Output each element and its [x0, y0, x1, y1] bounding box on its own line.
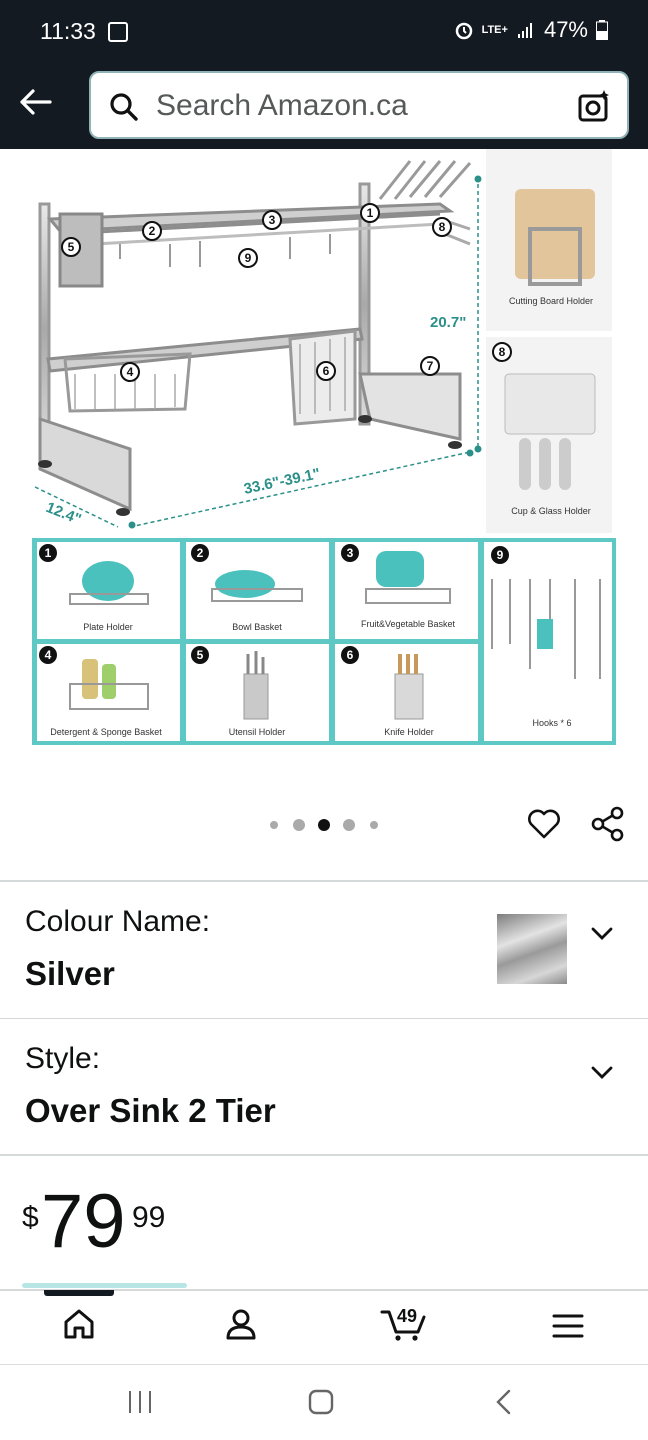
- product-image-graphic: 20.7" 33.6"-39.1" 12.4" 1 2 3 4 5 6 7 8 …: [32, 149, 616, 745]
- svg-text:8: 8: [439, 220, 446, 234]
- dim-depth: 12.4": [44, 499, 84, 528]
- part-4: 4 Detergent & Sponge Basket: [37, 644, 180, 741]
- svg-text:4: 4: [127, 365, 134, 379]
- svg-text:Detergent & Sponge Basket: Detergent & Sponge Basket: [50, 727, 162, 737]
- colour-swatch[interactable]: [497, 914, 567, 984]
- svg-text:Cup & Glass Holder: Cup & Glass Holder: [511, 506, 591, 516]
- bottom-nav: [0, 1289, 648, 1365]
- svg-text:3: 3: [269, 213, 276, 227]
- search-icon: [110, 93, 138, 121]
- dim-height: 20.7": [430, 314, 466, 331]
- carousel-dot[interactable]: [293, 819, 305, 831]
- search-bar[interactable]: Search Amazon.ca: [89, 71, 629, 139]
- part-9: 9 Hooks * 6: [484, 542, 612, 741]
- price-symbol: $: [22, 1201, 39, 1234]
- divider: [0, 1018, 648, 1019]
- divider: [0, 1154, 648, 1156]
- home-button-icon[interactable]: [307, 1388, 335, 1416]
- marker-8: 8: [432, 217, 452, 237]
- deal-badge-peek: [22, 1283, 187, 1288]
- svg-text:6: 6: [347, 648, 354, 662]
- status-icons: LTE+ 47%: [454, 17, 608, 43]
- share-icon[interactable]: [590, 806, 626, 842]
- back-arrow-icon[interactable]: [18, 88, 52, 116]
- part-1: 1 Plate Holder: [37, 542, 180, 639]
- marker-9: 9: [238, 248, 258, 268]
- svg-text:5: 5: [197, 648, 204, 662]
- marker-4: 4: [120, 362, 140, 382]
- price-fraction: 99: [132, 1201, 166, 1234]
- svg-text:2: 2: [197, 546, 204, 560]
- svg-text:Plate Holder: Plate Holder: [83, 622, 133, 632]
- gallery-notification-icon: [108, 22, 128, 42]
- marker-1: 1: [360, 203, 380, 223]
- side-panel-cup-holder: 8 Cup & Glass Holder: [486, 337, 612, 533]
- carousel-dot[interactable]: [270, 821, 278, 829]
- alarm-icon: [455, 22, 472, 40]
- svg-text:2: 2: [149, 224, 156, 238]
- battery-level: 47%: [543, 17, 588, 42]
- part-5: 5 Utensil Holder: [186, 644, 329, 741]
- svg-text:1: 1: [45, 546, 52, 560]
- recent-apps-icon[interactable]: [126, 1388, 154, 1416]
- marker-7: 7: [420, 356, 440, 376]
- svg-text:9: 9: [497, 548, 504, 562]
- chevron-down-icon[interactable]: [590, 926, 614, 942]
- cart-count: 49: [397, 1306, 418, 1326]
- carousel-dot[interactable]: [343, 819, 355, 831]
- part-3: 3 Fruit&Vegetable Basket: [335, 542, 478, 639]
- system-nav-bar: [0, 1366, 648, 1440]
- home-icon[interactable]: [62, 1307, 96, 1341]
- product-image[interactable]: 20.7" 33.6"-39.1" 12.4" 1 2 3 4 5 6 7 8 …: [0, 149, 648, 759]
- carousel-dot[interactable]: [370, 821, 378, 829]
- marker-5: 5: [61, 237, 81, 257]
- marker-6: 6: [316, 361, 336, 381]
- signal-icon: [517, 23, 532, 38]
- svg-text:6: 6: [323, 364, 330, 378]
- svg-text:3: 3: [347, 546, 354, 560]
- top-bar: 11:33 LTE+ 47% Search Amazon.ca: [0, 0, 648, 149]
- camera-lens-icon[interactable]: [577, 89, 611, 123]
- part-2: 2 Bowl Basket: [186, 542, 329, 639]
- style-label: Style:: [25, 1042, 101, 1075]
- status-time: 11:33: [40, 18, 96, 44]
- search-placeholder: Search Amazon.ca: [156, 89, 408, 122]
- price-whole: 79: [41, 1179, 126, 1264]
- svg-text:1: 1: [367, 206, 374, 220]
- svg-text:Fruit&Vegetable Basket: Fruit&Vegetable Basket: [361, 619, 456, 629]
- marker-2: 2: [142, 221, 162, 241]
- network-label: LTE+: [481, 23, 508, 36]
- style-value: Over Sink 2 Tier: [25, 1092, 276, 1129]
- system-back-icon[interactable]: [492, 1388, 516, 1416]
- svg-text:Utensil Holder: Utensil Holder: [229, 727, 286, 737]
- divider: [0, 880, 648, 882]
- side-panel-cutting-board: Cutting Board Holder: [486, 149, 612, 331]
- chevron-down-icon[interactable]: [590, 1065, 614, 1081]
- svg-text:8: 8: [499, 345, 506, 359]
- svg-text:Hooks * 6: Hooks * 6: [532, 718, 571, 728]
- svg-text:5: 5: [68, 240, 75, 254]
- svg-text:7: 7: [427, 359, 434, 373]
- svg-text:4: 4: [45, 648, 52, 662]
- marker-3: 3: [262, 210, 282, 230]
- battery-icon: [596, 20, 608, 40]
- part-6: 6 Knife Holder: [335, 644, 478, 741]
- carousel-dot-active[interactable]: [318, 819, 330, 831]
- active-tab-indicator: [44, 1290, 114, 1296]
- rack-illustration: [38, 160, 472, 516]
- svg-text:9: 9: [245, 251, 252, 265]
- colour-value: Silver: [25, 955, 115, 992]
- svg-text:Cutting Board Holder: Cutting Board Holder: [509, 296, 593, 306]
- colour-label: Colour Name:: [25, 905, 211, 938]
- menu-icon[interactable]: [552, 1313, 584, 1339]
- svg-text:Bowl Basket: Bowl Basket: [232, 622, 282, 632]
- account-icon[interactable]: [224, 1307, 258, 1341]
- svg-text:Knife Holder: Knife Holder: [384, 727, 434, 737]
- heart-icon[interactable]: [526, 806, 562, 842]
